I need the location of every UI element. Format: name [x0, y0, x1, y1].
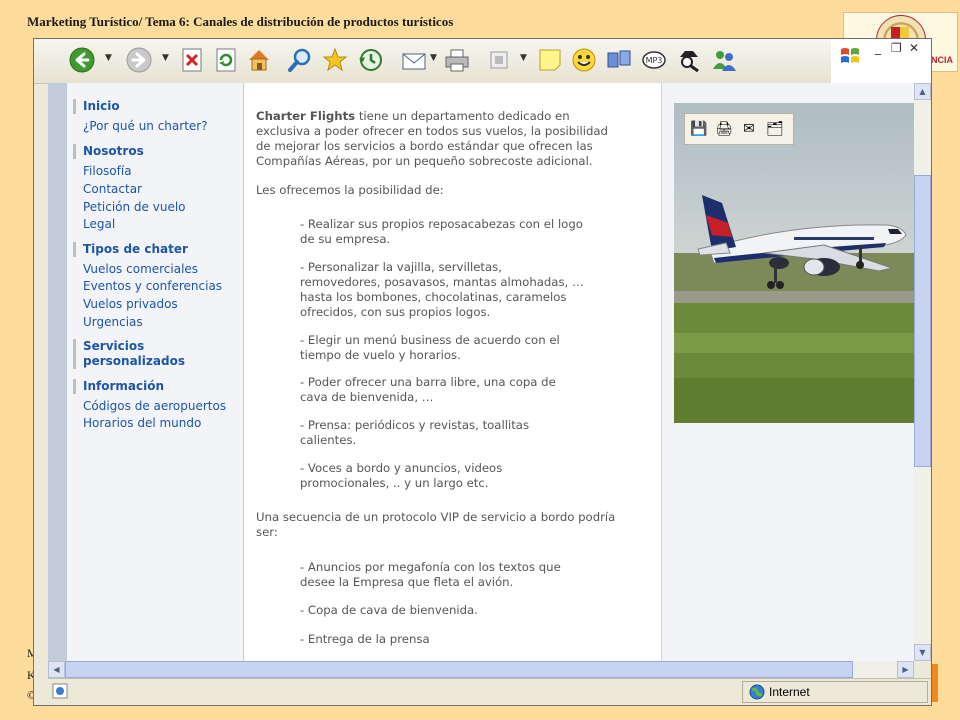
right-column: 💾 🖨 ✉ 🗂: [661, 83, 914, 661]
web-page: Inicio ¿Por qué un charter? Nosotros Fil…: [48, 83, 914, 661]
refresh-icon[interactable]: [212, 46, 240, 74]
back-icon[interactable]: [68, 46, 96, 74]
internet-globe-icon: [749, 684, 765, 700]
vip-item-3: - Entrega de la prensa: [300, 632, 430, 646]
nav-link-contactar[interactable]: Contactar: [83, 182, 142, 197]
back-dropdown-icon[interactable]: ▼: [105, 53, 112, 63]
intro-line-2: exclusiva a poder ofrecer en todos sus v…: [256, 124, 608, 138]
intro-line-1: Charter Flights tiene un departamento de…: [256, 109, 570, 124]
nav-section-servicios-personalizados[interactable]: Servicios personalizados: [73, 339, 185, 369]
vip-item-2: - Copa de cava de bienvenida.: [300, 603, 478, 617]
item-1-line-2: de su empresa.: [300, 232, 391, 246]
forward-dropdown-icon[interactable]: ▼: [162, 53, 169, 63]
item-6-line-1: - Voces a bordo y anuncios, videos: [300, 461, 503, 475]
nav-link-filosofia[interactable]: Filosofía: [83, 164, 132, 179]
nav-link-codigos-aeropuertos[interactable]: Códigos de aeropuertos: [83, 399, 226, 414]
note-icon[interactable]: [536, 46, 564, 74]
item-2-line-1: - Personalizar la vajilla, servilletas,: [300, 260, 502, 274]
item-4-line-1: - Poder ofrecer una barra libre, una cop…: [300, 375, 556, 389]
scroll-down-icon[interactable]: ▼: [914, 644, 931, 661]
status-bar: Internet: [48, 678, 931, 705]
vertical-scroll-thumb[interactable]: [914, 175, 931, 467]
item-3-line-2: tiempo de vuelo y horarios.: [300, 348, 461, 362]
close-icon[interactable]: ✕: [909, 41, 919, 55]
vip-item-1-line-2: desee la Empresa que fleta el avión.: [300, 575, 514, 589]
horizontal-scroll-thumb[interactable]: [65, 661, 853, 678]
mail-icon[interactable]: [400, 46, 428, 74]
page-left-strip: [48, 83, 67, 661]
print-image-icon[interactable]: 🖨: [714, 119, 734, 139]
smiley-icon[interactable]: [570, 46, 598, 74]
svg-text:MP3: MP3: [646, 56, 663, 65]
intro-brand: Charter Flights: [256, 109, 356, 123]
nav-link-peticion-vuelo[interactable]: Petición de vuelo: [83, 200, 186, 215]
nav-section-inicio[interactable]: Inicio: [73, 99, 120, 114]
spy-icon[interactable]: [675, 46, 703, 74]
vip-line-1: Una secuencia de un protocolo VIP de ser…: [256, 510, 616, 524]
slide-title: Marketing Turístico/ Tema 6: Canales de …: [27, 14, 454, 29]
edit-icon[interactable]: [485, 46, 513, 74]
vip-item-1-line-1: - Anuncios por megafonía con los textos …: [300, 560, 561, 574]
item-5-line-2: calientes.: [300, 433, 357, 447]
history-icon[interactable]: [356, 46, 384, 74]
scroll-up-icon[interactable]: ▲: [914, 83, 931, 100]
window-controls: _ ❐ ✕: [831, 39, 931, 83]
scroll-left-icon[interactable]: ◀: [48, 661, 65, 678]
network-icon[interactable]: [605, 46, 633, 74]
nav-section-tipos-chater[interactable]: Tipos de chater: [73, 242, 188, 257]
security-zone: Internet: [742, 681, 928, 703]
intro-line-3: de mejorar los servicios a bordo estánda…: [256, 139, 593, 153]
item-2-line-4: ofrecidos, con sus propios logos.: [300, 305, 491, 319]
item-2-line-2: removedores, posavasos, mantas almohadas…: [300, 275, 584, 289]
maximize-icon[interactable]: ❐: [891, 41, 902, 55]
mail-dropdown-icon[interactable]: ▼: [430, 53, 437, 63]
messenger-icon[interactable]: [710, 46, 738, 74]
airplane-photo: 💾 🖨 ✉ 🗂: [674, 103, 914, 423]
mp3-icon[interactable]: MP3: [640, 46, 668, 74]
offer-text: Les ofrecemos la posibilidad de:: [256, 183, 444, 197]
stop-icon[interactable]: [178, 46, 206, 74]
forward-icon[interactable]: [125, 46, 153, 74]
vertical-scrollbar[interactable]: ▲ ▼: [914, 83, 931, 661]
browser-toolbar: ▼ ▼ ▼ ▼ MP3: [34, 39, 831, 84]
item-5-line-1: - Prensa: periódicos y revistas, toallit…: [300, 418, 530, 432]
browser-window: ▼ ▼ ▼ ▼ MP3 _ ❐ ✕ Inicio ¿Por qué un cha…: [33, 38, 932, 706]
item-1-line-1: - Realizar sus propios reposacabezas con…: [300, 217, 583, 231]
nav-link-legal[interactable]: Legal: [83, 217, 115, 232]
favorites-icon[interactable]: [321, 46, 349, 74]
item-6-line-2: promocionales, .. y un largo etc.: [300, 476, 489, 490]
horizontal-scrollbar[interactable]: ◀ ▶: [48, 661, 914, 678]
page-status-icon: [52, 683, 68, 699]
nav-link-vuelos-comerciales[interactable]: Vuelos comerciales: [83, 262, 198, 277]
image-toolbar: 💾 🖨 ✉ 🗂: [684, 113, 794, 145]
intro-line-4: Compañías Aéreas, por un pequeño sobreco…: [256, 154, 593, 168]
edit-dropdown-icon[interactable]: ▼: [520, 53, 527, 63]
scroll-right-icon[interactable]: ▶: [897, 661, 914, 678]
nav-section-informacion[interactable]: Información: [73, 379, 164, 394]
windows-logo-icon: [841, 48, 859, 63]
nav-section-servicios-line1: Servicios: [83, 339, 145, 353]
nav-link-horarios-mundo[interactable]: Horarios del mundo: [83, 416, 201, 431]
my-pictures-icon[interactable]: 🗂: [765, 119, 785, 139]
print-icon[interactable]: [443, 46, 471, 74]
intro-rest: tiene un departamento dedicado en: [355, 109, 570, 123]
zone-label: Internet: [769, 685, 810, 699]
search-icon[interactable]: [286, 46, 314, 74]
minimize-icon[interactable]: _: [875, 41, 881, 55]
item-3-line-1: - Elegir un menú business de acuerdo con…: [300, 333, 560, 347]
main-content: Charter Flights tiene un departamento de…: [256, 83, 656, 661]
vip-line-2: ser:: [256, 525, 278, 539]
nav-link-por-que-charter[interactable]: ¿Por qué un charter?: [83, 119, 208, 134]
save-image-icon[interactable]: 💾: [689, 119, 709, 139]
item-2-line-3: hasta los bombones, chocolatinas, carame…: [300, 290, 567, 304]
site-navigation: Inicio ¿Por qué un charter? Nosotros Fil…: [67, 83, 244, 661]
item-4-line-2: cava de bienvenida, …: [300, 390, 434, 404]
home-icon[interactable]: [245, 46, 273, 74]
nav-link-urgencias[interactable]: Urgencias: [83, 315, 143, 330]
nav-section-servicios-line2: personalizados: [83, 354, 185, 368]
nav-section-nosotros[interactable]: Nosotros: [73, 144, 144, 159]
nav-link-vuelos-privados[interactable]: Vuelos privados: [83, 297, 178, 312]
email-image-icon[interactable]: ✉: [739, 119, 759, 139]
nav-link-eventos-conferencias[interactable]: Eventos y conferencias: [83, 279, 222, 294]
